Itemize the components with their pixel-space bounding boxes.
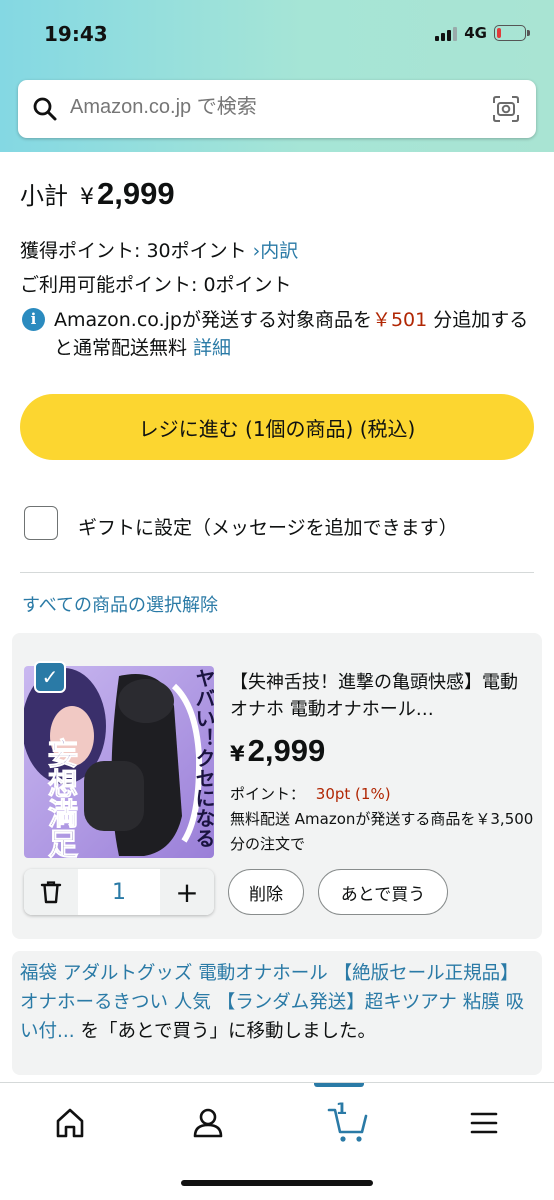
divider bbox=[20, 572, 534, 573]
subtotal-currency: ¥ bbox=[80, 185, 94, 210]
home-icon[interactable] bbox=[50, 1103, 90, 1143]
network-label: 4G bbox=[464, 24, 487, 42]
shipping-details-link[interactable]: 詳細 bbox=[193, 337, 231, 359]
item-points-label: ポイント： bbox=[230, 785, 306, 803]
app-header: 19:43 4G bbox=[0, 0, 554, 152]
free-shipping-message: Amazon.co.jpが発送する対象商品を￥501 分追加すると通常配送無料 … bbox=[54, 306, 534, 362]
delete-button[interactable]: 削除 bbox=[228, 869, 304, 915]
subtotal-label: 小計 bbox=[20, 182, 68, 210]
notice-message: を「あとで買う」に移動しました。 bbox=[74, 1021, 376, 1042]
account-icon[interactable] bbox=[188, 1103, 228, 1143]
home-indicator bbox=[181, 1180, 373, 1186]
battery-icon bbox=[494, 25, 530, 41]
points-detail-link[interactable]: ›内訳 bbox=[253, 240, 299, 262]
cart-icon[interactable] bbox=[326, 1101, 370, 1145]
earned-points: 獲得ポイント: 30ポイント bbox=[20, 240, 247, 262]
earned-points-row: 獲得ポイント: 30ポイント ›内訳 bbox=[20, 236, 298, 263]
available-points: ご利用可能ポイント: 0ポイント bbox=[20, 274, 292, 296]
cart-count-badge: 1 bbox=[336, 1099, 348, 1118]
menu-icon[interactable] bbox=[464, 1103, 504, 1143]
item-price-currency: ¥ bbox=[230, 742, 245, 766]
shipping-prefix: Amazon.co.jpが発送する対象商品を bbox=[54, 309, 372, 331]
image-text-vertical: ヤバい！クセになる bbox=[192, 668, 214, 848]
item-points-value: 30pt (1%) bbox=[315, 785, 391, 803]
item-title[interactable]: 【失神舌技！進撃の亀頭快感】電動オナホ 電動オナホール… bbox=[230, 669, 530, 723]
save-for-later-button[interactable]: あとで買う bbox=[318, 869, 448, 915]
camera-scan-icon[interactable] bbox=[492, 96, 520, 122]
cart-item: ヤバい！クセになる 妄想満足 ✓ 【失神舌技！進撃の亀頭快感】電動オナホ 電動オ… bbox=[12, 633, 542, 939]
search-icon bbox=[33, 97, 57, 121]
status-time: 19:43 bbox=[44, 22, 108, 46]
item-select-checkbox[interactable]: ✓ bbox=[34, 661, 66, 693]
trash-icon bbox=[40, 881, 62, 904]
moved-notice: 福袋 アダルトグッズ 電動オナホール 【絶版セール正規品】 オナホーるきつい 人… bbox=[12, 951, 542, 1075]
quantity-value[interactable]: 1 bbox=[78, 869, 160, 915]
item-shipping-note: 無料配送 Amazonが発送する商品を￥3,500分の注文で bbox=[230, 810, 534, 853]
subtotal: 小計 ¥ 2,999 bbox=[20, 176, 175, 212]
item-price: ¥ 2,999 bbox=[230, 733, 325, 769]
deselect-all-link[interactable]: すべての商品の選択解除 bbox=[22, 591, 218, 617]
notice-text: 福袋 アダルトグッズ 電動オナホール 【絶版セール正規品】 オナホーるきつい 人… bbox=[20, 959, 536, 1046]
subtotal-amount: 2,999 bbox=[97, 176, 175, 211]
shipping-amount: ￥501 bbox=[371, 309, 428, 331]
info-icon: i bbox=[22, 308, 45, 331]
search-bar[interactable] bbox=[18, 80, 536, 138]
quantity-stepper: 1 + bbox=[24, 869, 214, 915]
item-price-amount: 2,999 bbox=[247, 733, 326, 768]
search-input[interactable] bbox=[70, 96, 480, 119]
image-text-main: 妄想満足 bbox=[42, 738, 78, 859]
delete-quantity-button[interactable] bbox=[24, 869, 78, 915]
checkout-button[interactable]: レジに進む (1個の商品) (税込) bbox=[20, 394, 534, 460]
gift-checkbox[interactable] bbox=[24, 506, 58, 540]
gift-label: ギフトに設定（メッセージを追加できます） bbox=[78, 517, 458, 539]
signal-icon bbox=[435, 25, 458, 41]
product-image[interactable]: ヤバい！クセになる 妄想満足 bbox=[24, 666, 214, 858]
status-indicators: 4G bbox=[435, 24, 530, 42]
active-tab-indicator bbox=[314, 1083, 364, 1087]
item-points: ポイント： 30pt (1%) bbox=[230, 783, 391, 804]
increase-quantity-button[interactable]: + bbox=[160, 869, 214, 915]
